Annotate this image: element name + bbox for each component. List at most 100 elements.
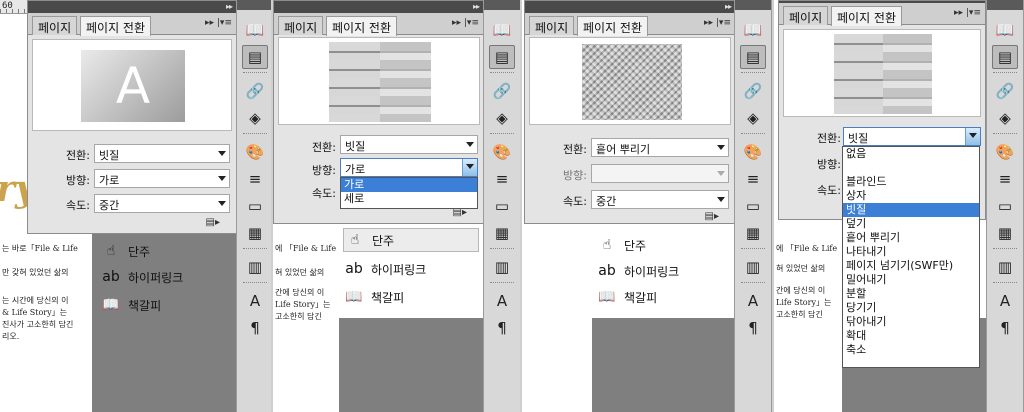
- tab-pages[interactable]: 페이지: [278, 16, 324, 35]
- dropdown-option[interactable]: 빗질: [843, 203, 979, 217]
- direction-select[interactable]: 가로: [94, 169, 230, 188]
- menu-hyperlink-label: 하이퍼링크: [371, 262, 427, 277]
- table-icon[interactable]: ▦: [740, 221, 766, 245]
- tab-page-transition[interactable]: 페이지 전환: [326, 16, 398, 36]
- dropdown-option[interactable]: 상자: [843, 189, 979, 203]
- dropdown-option[interactable]: 없음: [843, 147, 979, 161]
- character-icon[interactable]: A: [740, 289, 766, 313]
- dropdown-option[interactable]: 축소: [843, 343, 979, 357]
- tab-page-transition[interactable]: 페이지 전환: [831, 6, 903, 26]
- dropdown-option[interactable]: 닦아내기: [843, 315, 979, 329]
- tab-pages[interactable]: 페이지: [529, 16, 575, 35]
- menu-hyperlink[interactable]: ab 하이퍼링크: [100, 266, 230, 288]
- links-icon[interactable]: 🔗: [242, 79, 268, 103]
- tab-pages[interactable]: 페이지: [783, 6, 829, 25]
- table-icon[interactable]: ▦: [489, 221, 515, 245]
- dropdown-option[interactable]: 가로: [341, 178, 477, 192]
- dropdown-option[interactable]: 세로: [341, 192, 477, 206]
- swatches-icon[interactable]: 🎨: [740, 140, 766, 164]
- swatches-icon[interactable]: 🎨: [242, 140, 268, 164]
- layers-icon[interactable]: ◈: [489, 106, 515, 130]
- stroke-icon[interactable]: ≡: [242, 167, 268, 191]
- page-transition-icon[interactable]: ▤: [740, 45, 766, 69]
- gradient-icon[interactable]: ▭: [992, 194, 1018, 218]
- table-icon[interactable]: ▦: [242, 221, 268, 245]
- menu-columns[interactable]: ☝ 단주: [343, 228, 479, 252]
- stroke-icon[interactable]: ≡: [740, 167, 766, 191]
- dropdown-button[interactable]: [965, 128, 980, 145]
- panel-menu-icon[interactable]: ▸▸ |▾≡: [954, 8, 981, 18]
- dropdown-option[interactable]: 나타내기: [843, 245, 979, 259]
- dropdown-option[interactable]: 페이지 넘기기(SWF만): [843, 259, 979, 273]
- gradient-icon[interactable]: ▭: [242, 194, 268, 218]
- collapse-icon[interactable]: ▸▸: [473, 1, 480, 12]
- swatches-icon[interactable]: 🎨: [992, 140, 1018, 164]
- apply-all-icon[interactable]: ▤▸: [206, 217, 220, 228]
- links-icon[interactable]: 🔗: [992, 79, 1018, 103]
- library-icon[interactable]: ▥: [740, 255, 766, 279]
- character-icon[interactable]: A: [242, 289, 268, 313]
- swatches-icon[interactable]: 🎨: [489, 140, 515, 164]
- menu-columns[interactable]: ☝ 단주: [100, 240, 230, 262]
- panel-menu-icon[interactable]: ▸▸ |▾≡: [205, 18, 232, 28]
- layers-icon[interactable]: ◈: [992, 106, 1018, 130]
- chevron-down-icon: [466, 164, 474, 169]
- dropdown-option[interactable]: 확대: [843, 329, 979, 343]
- chevron-down-icon: [717, 171, 725, 176]
- character-icon[interactable]: A: [489, 289, 515, 313]
- direction-select[interactable]: 가로: [340, 158, 478, 177]
- paragraph-icon[interactable]: ¶: [489, 316, 515, 340]
- transition-select[interactable]: 흩어 뿌리기: [591, 138, 729, 157]
- menu-bookmark[interactable]: 📖 책갈피: [596, 286, 732, 308]
- pages-icon[interactable]: 📖: [242, 18, 268, 42]
- library-icon[interactable]: ▥: [242, 255, 268, 279]
- columns-icon: ☝: [350, 232, 360, 248]
- transition-select[interactable]: 빗질: [340, 135, 478, 154]
- character-icon[interactable]: A: [992, 289, 1018, 313]
- pages-icon[interactable]: 📖: [489, 18, 515, 42]
- page-transition-icon[interactable]: ▤: [489, 45, 515, 69]
- paragraph-icon[interactable]: ¶: [992, 316, 1018, 340]
- menu-columns[interactable]: ☝ 단주: [596, 234, 732, 256]
- links-icon[interactable]: 🔗: [740, 79, 766, 103]
- dropdown-option[interactable]: 덮기: [843, 217, 979, 231]
- panel-menu-icon[interactable]: ▸▸ |▾≡: [704, 18, 731, 28]
- table-icon[interactable]: ▦: [992, 221, 1018, 245]
- gradient-icon[interactable]: ▭: [489, 194, 515, 218]
- dropdown-option[interactable]: 블라인드: [843, 175, 979, 189]
- page-transition-icon[interactable]: ▤: [242, 45, 268, 69]
- collapse-icon[interactable]: ▸▸: [226, 1, 233, 12]
- stroke-icon[interactable]: ≡: [992, 167, 1018, 191]
- menu-bookmark[interactable]: 📖 책갈피: [100, 294, 230, 316]
- pages-icon[interactable]: 📖: [992, 18, 1018, 42]
- tab-pages[interactable]: 페이지: [32, 16, 78, 35]
- tab-page-transition[interactable]: 페이지 전환: [577, 16, 649, 36]
- transition-select[interactable]: 빗질: [94, 144, 230, 163]
- layers-icon[interactable]: ◈: [242, 106, 268, 130]
- pages-icon[interactable]: 📖: [740, 18, 766, 42]
- menu-hyperlink[interactable]: ab 하이퍼링크: [343, 258, 479, 280]
- paragraph-icon[interactable]: ¶: [242, 316, 268, 340]
- library-icon[interactable]: ▥: [992, 255, 1018, 279]
- page-transition-icon[interactable]: ▤: [992, 45, 1018, 69]
- stroke-icon[interactable]: ≡: [489, 167, 515, 191]
- menu-hyperlink[interactable]: ab 하이퍼링크: [596, 260, 732, 282]
- panel-menu-icon[interactable]: ▸▸ |▾≡: [452, 18, 479, 28]
- paragraph-icon[interactable]: ¶: [740, 316, 766, 340]
- library-icon[interactable]: ▥: [489, 255, 515, 279]
- dropdown-button[interactable]: [462, 159, 477, 176]
- dropdown-option[interactable]: 당기기: [843, 301, 979, 315]
- dropdown-option[interactable]: 분할: [843, 287, 979, 301]
- transition-select[interactable]: 빗질: [843, 127, 981, 146]
- menu-bookmark[interactable]: 📖 책갈피: [343, 286, 479, 308]
- tab-page-transition[interactable]: 페이지 전환: [80, 16, 152, 36]
- gradient-icon[interactable]: ▭: [740, 194, 766, 218]
- layers-icon[interactable]: ◈: [740, 106, 766, 130]
- speed-select[interactable]: 중간: [591, 190, 729, 209]
- speed-select[interactable]: 중간: [94, 194, 230, 213]
- dropdown-option[interactable]: 흩어 뿌리기: [843, 231, 979, 245]
- apply-all-icon[interactable]: ▤▸: [705, 211, 719, 222]
- links-icon[interactable]: 🔗: [489, 79, 515, 103]
- collapse-icon[interactable]: ▸▸: [725, 1, 732, 12]
- dropdown-option[interactable]: 밀어내기: [843, 273, 979, 287]
